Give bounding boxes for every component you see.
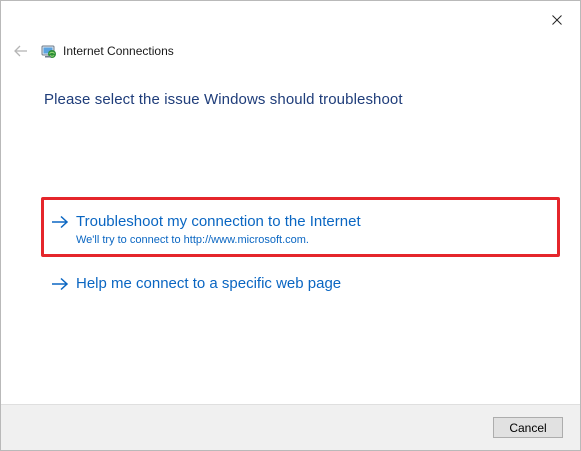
option-text: Troubleshoot my connection to the Intern… <box>76 213 361 246</box>
close-icon <box>552 15 562 25</box>
option-troubleshoot-internet-connection[interactable]: Troubleshoot my connection to the Intern… <box>51 213 361 246</box>
option-help-connect-web-page[interactable]: Help me connect to a specific web page <box>51 275 341 293</box>
window-header: Internet Connections <box>13 42 174 60</box>
option-title: Help me connect to a specific web page <box>76 275 342 292</box>
option-description: We'll try to connect to http://www.micro… <box>76 234 309 246</box>
option-title: Troubleshoot my connection to the Intern… <box>76 213 361 230</box>
arrow-right-icon <box>51 213 69 231</box>
arrow-right-icon <box>51 275 69 293</box>
back-arrow-icon <box>14 45 27 57</box>
close-button[interactable] <box>548 11 566 29</box>
cancel-button[interactable]: Cancel <box>493 417 563 438</box>
internet-connections-icon <box>41 43 57 59</box>
window-title: Internet Connections <box>63 44 174 58</box>
option-text: Help me connect to a specific web page <box>76 275 341 293</box>
main-instruction: Please select the issue Windows should t… <box>44 91 403 108</box>
dialog-footer: Cancel <box>1 404 580 450</box>
back-button[interactable] <box>13 44 29 58</box>
troubleshooter-window: Internet Connections Please select the i… <box>0 0 581 451</box>
